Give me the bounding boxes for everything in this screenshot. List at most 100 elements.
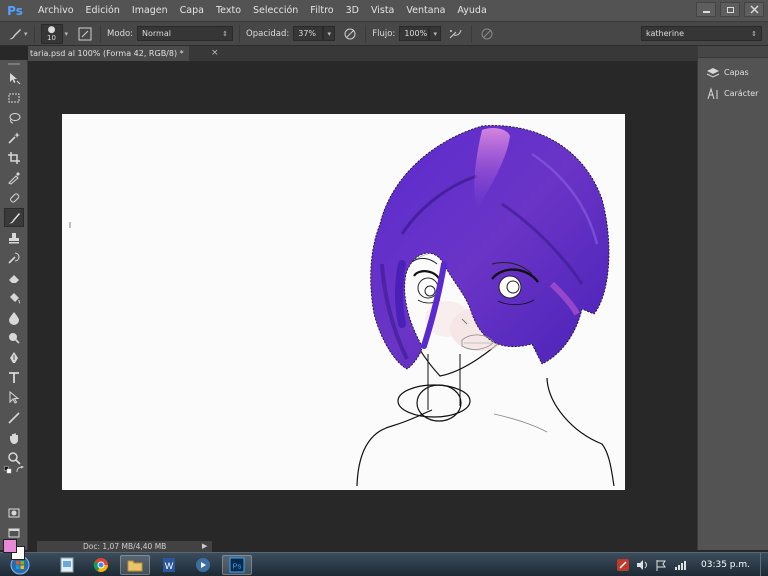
workspace-value: katherine <box>646 29 685 38</box>
pressure-size-icon[interactable] <box>478 25 496 43</box>
chrome-app-icon[interactable] <box>86 555 116 575</box>
status-bar: Doc: 1,07 MB/4,40 MB ▶ <box>37 541 212 552</box>
healing-brush-tool-icon[interactable] <box>4 188 24 207</box>
brush-tip-icon: ● <box>47 24 56 35</box>
paint-app-icon[interactable] <box>52 555 82 575</box>
menu-edicion[interactable]: Edición <box>80 0 126 21</box>
pressure-opacity-icon[interactable] <box>341 25 359 43</box>
panel-dock: Capas Carácter <box>697 46 768 550</box>
document-tab-title: taria.psd al 100% (Forma 42, RGB/8) * <box>30 49 184 58</box>
zoom-level-field[interactable] <box>37 541 75 552</box>
mode-select[interactable]: Normal ⇕ <box>137 26 234 41</box>
type-tool-icon[interactable] <box>4 368 24 387</box>
svg-text:Ps: Ps <box>233 561 242 570</box>
menu-archivo[interactable]: Archivo <box>32 0 80 21</box>
hand-tool-icon[interactable] <box>4 428 24 447</box>
chevron-down-icon[interactable]: ▾ <box>24 30 28 38</box>
chevron-updown-icon: ⇕ <box>751 29 757 38</box>
menu-texto[interactable]: Texto <box>210 0 247 21</box>
zoom-tool-icon[interactable] <box>4 448 24 467</box>
status-menu-arrow-icon[interactable]: ▶ <box>202 541 212 552</box>
character-icon <box>706 86 724 101</box>
tab-close-icon[interactable]: × <box>211 46 219 61</box>
minimize-button[interactable] <box>696 2 716 17</box>
airbrush-icon[interactable] <box>447 25 465 43</box>
menu-3d[interactable]: 3D <box>340 0 365 21</box>
pen-tool-icon[interactable] <box>4 348 24 367</box>
foreground-color-swatch[interactable] <box>3 539 17 553</box>
magic-wand-tool-icon[interactable] <box>4 128 24 147</box>
mode-value: Normal <box>142 29 171 38</box>
menu-ventana[interactable]: Ventana <box>400 0 451 21</box>
chevron-updown-icon: ⇕ <box>222 29 229 38</box>
lasso-tool-icon[interactable] <box>4 108 24 127</box>
brush-preset-icon[interactable] <box>6 25 24 43</box>
eyedropper-tool-icon[interactable] <box>4 168 24 187</box>
system-tray: 03:35 p.m. <box>617 553 756 576</box>
dodge-tool-icon[interactable] <box>4 328 24 347</box>
media-app-icon[interactable] <box>188 555 218 575</box>
panel-layers-button[interactable]: Capas <box>698 62 768 83</box>
brush-size-picker[interactable]: ● 10 <box>40 23 63 44</box>
move-tool-icon[interactable] <box>4 68 24 87</box>
network-icon[interactable] <box>674 559 686 571</box>
clone-stamp-tool-icon[interactable] <box>4 228 24 247</box>
swap-colors-icon[interactable] <box>16 466 24 474</box>
document-tab[interactable]: taria.psd al 100% (Forma 42, RGB/8) * <box>28 46 189 61</box>
menu-bar: Ps Archivo Edición Imagen Capa Texto Sel… <box>0 0 768 21</box>
photoshop-app-icon[interactable]: Ps <box>222 554 252 575</box>
panel-layers-label: Capas <box>724 68 749 77</box>
menu-filtro[interactable]: Filtro <box>304 0 339 21</box>
security-alert-icon[interactable] <box>617 559 629 571</box>
show-desktop-button[interactable] <box>760 553 768 576</box>
opacity-dropdown-button[interactable]: ▾ <box>323 26 336 41</box>
menu-seleccion[interactable]: Selección <box>247 0 304 21</box>
menu-ayuda[interactable]: Ayuda <box>451 0 492 21</box>
path-selection-tool-icon[interactable] <box>4 388 24 407</box>
separator <box>100 24 102 43</box>
history-brush-tool-icon[interactable] <box>4 248 24 267</box>
options-bar: ▾ ● 10 ▾ Modo: Normal ⇕ Opacidad: 37% ▾ … <box>0 21 768 46</box>
toolbar-grip[interactable] <box>8 63 20 65</box>
brush-size-value: 10 <box>47 33 56 42</box>
restore-icon <box>726 7 734 13</box>
menu-imagen[interactable]: Imagen <box>126 0 174 21</box>
opacity-input[interactable]: 37% <box>293 26 324 41</box>
line-tool-icon[interactable] <box>4 408 24 427</box>
menu-capa[interactable]: Capa <box>174 0 210 21</box>
close-icon <box>750 5 758 14</box>
taskbar-clock[interactable]: 03:35 p.m. <box>701 560 750 570</box>
color-swap-controls <box>4 466 24 476</box>
action-center-flag-icon[interactable] <box>655 559 667 571</box>
close-button[interactable] <box>744 2 764 17</box>
chevron-down-icon[interactable]: ▾ <box>65 30 69 38</box>
marquee-tool-icon[interactable] <box>4 88 24 107</box>
crop-tool-icon[interactable] <box>4 148 24 167</box>
word-app-icon[interactable]: W <box>154 555 184 575</box>
chevron-down-icon: ▾ <box>327 29 331 38</box>
document-canvas[interactable] <box>62 114 625 490</box>
workspace-select[interactable]: katherine ⇕ <box>641 26 762 41</box>
minimize-icon <box>702 11 710 13</box>
panel-character-button[interactable]: Carácter <box>698 83 768 104</box>
separator <box>365 24 367 43</box>
paint-bucket-tool-icon[interactable] <box>4 288 24 307</box>
flow-input[interactable]: 100% <box>399 26 430 41</box>
quick-mask-icon[interactable] <box>4 503 24 522</box>
brush-tool-icon[interactable] <box>4 208 24 227</box>
restore-button[interactable] <box>720 2 740 17</box>
photoshop-logo-icon: Ps <box>7 3 23 18</box>
blur-tool-icon[interactable] <box>4 308 24 327</box>
separator <box>239 24 241 43</box>
document-tab-bar: taria.psd al 100% (Forma 42, RGB/8) * × <box>28 46 697 61</box>
default-colors-icon[interactable] <box>4 466 12 474</box>
volume-icon[interactable] <box>636 559 648 571</box>
eraser-tool-icon[interactable] <box>4 268 24 287</box>
menu-vista[interactable]: Vista <box>365 0 400 21</box>
brush-panel-toggle-icon[interactable] <box>76 25 94 43</box>
flow-label: Flujo: <box>372 28 396 39</box>
panel-dock-grip[interactable] <box>698 46 768 58</box>
explorer-app-icon[interactable] <box>120 554 150 575</box>
flow-dropdown-button[interactable]: ▾ <box>429 26 442 41</box>
tools-panel <box>0 60 28 560</box>
